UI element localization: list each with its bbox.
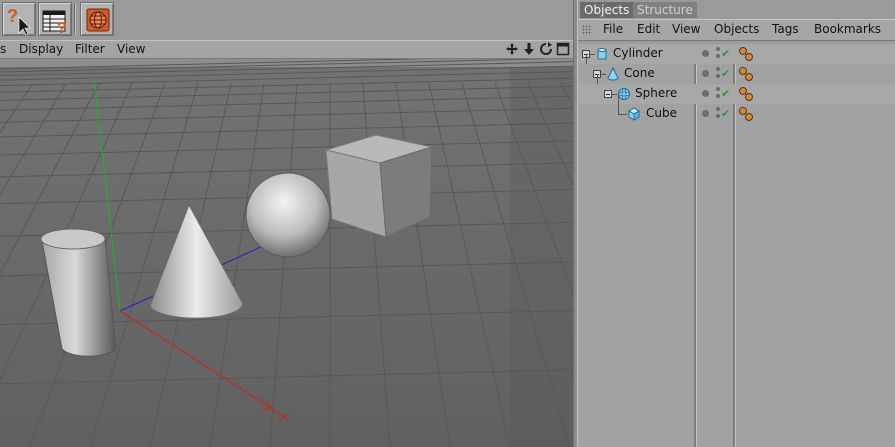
toolbar-separator bbox=[74, 4, 75, 34]
object-name[interactable]: Sphere bbox=[635, 86, 677, 100]
cube-object[interactable] bbox=[324, 134, 434, 238]
viewport-menu-view[interactable]: View bbox=[117, 42, 145, 56]
object-name[interactable]: Cube bbox=[646, 106, 677, 120]
material-tag-icon[interactable] bbox=[738, 46, 754, 62]
object-row-cube[interactable]: Cube ✔ bbox=[578, 94, 895, 124]
collapse-toggle[interactable] bbox=[604, 90, 612, 98]
visibility-dot[interactable] bbox=[702, 110, 709, 117]
sphere-object[interactable] bbox=[245, 172, 331, 258]
om-menu-objects[interactable]: Objects bbox=[714, 22, 759, 36]
svg-text:?: ? bbox=[7, 6, 18, 26]
object-name[interactable]: Cylinder bbox=[613, 46, 663, 60]
tab-structure[interactable]: Structure bbox=[633, 2, 697, 18]
cylinder-icon bbox=[597, 47, 607, 60]
visibility-dot[interactable] bbox=[702, 50, 709, 57]
visibility-dot[interactable] bbox=[702, 90, 709, 97]
object-row-cylinder[interactable]: Cylinder ✔ bbox=[578, 44, 895, 64]
viewport-menu-cameras[interactable]: s bbox=[0, 42, 6, 56]
grip-icon[interactable] bbox=[582, 25, 592, 35]
object-row-cone[interactable]: Cone ✔ bbox=[578, 54, 895, 84]
om-menu-view[interactable]: View bbox=[672, 22, 700, 36]
enabled-check-icon[interactable]: ✔ bbox=[721, 88, 730, 100]
object-manager-tabs: Objects Structure bbox=[578, 0, 895, 19]
help-arrow-button[interactable]: ? bbox=[2, 2, 36, 36]
viewport-scene bbox=[0, 59, 573, 447]
down-arrow-icon[interactable] bbox=[522, 42, 536, 56]
help-table-icon: ? bbox=[42, 10, 67, 37]
sphere-icon bbox=[618, 88, 630, 100]
editor-render-dots[interactable] bbox=[716, 87, 720, 101]
enabled-check-icon[interactable]: ✔ bbox=[721, 68, 730, 80]
object-manager-panel: Objects Structure File Edit View Objects… bbox=[578, 0, 895, 447]
editor-render-dots[interactable] bbox=[716, 107, 720, 121]
viewport-menu-display[interactable]: Display bbox=[19, 42, 63, 56]
svg-text:?: ? bbox=[57, 20, 67, 37]
viewport-menu-filter[interactable]: Filter bbox=[75, 42, 105, 56]
top-toolbar: ? ? bbox=[0, 0, 573, 40]
object-manager-menubar: File Edit View Objects Tags Bookmarks bbox=[578, 19, 895, 41]
maximize-view-icon[interactable] bbox=[556, 42, 570, 56]
material-tag-icon[interactable] bbox=[738, 106, 754, 122]
om-menu-file[interactable]: File bbox=[603, 22, 623, 36]
render-button[interactable] bbox=[80, 2, 114, 36]
viewport-menubar: s Display Filter View bbox=[0, 40, 573, 59]
rotate-view-icon[interactable] bbox=[539, 42, 553, 56]
object-name[interactable]: Cone bbox=[624, 66, 655, 80]
move-view-icon[interactable] bbox=[505, 42, 519, 56]
enabled-check-icon[interactable]: ✔ bbox=[721, 48, 730, 60]
enabled-check-icon[interactable]: ✔ bbox=[721, 108, 730, 120]
material-tag-icon[interactable] bbox=[738, 86, 754, 102]
tab-objects[interactable]: Objects bbox=[580, 2, 634, 18]
object-row-sphere[interactable]: Sphere ✔ bbox=[578, 74, 895, 104]
om-menu-bookmarks[interactable]: Bookmarks bbox=[814, 22, 881, 36]
object-list: Cylinder ✔ Cone ✔ Sphere ✔ Cube ✔ bbox=[578, 44, 895, 447]
3d-viewport[interactable] bbox=[0, 59, 573, 447]
editor-render-dots[interactable] bbox=[716, 67, 720, 81]
om-menu-tags[interactable]: Tags bbox=[772, 22, 799, 36]
help-arrow-icon: ? bbox=[7, 6, 31, 36]
editor-render-dots[interactable] bbox=[716, 47, 720, 61]
help-table-button[interactable]: ? bbox=[38, 2, 72, 37]
material-tag-icon[interactable] bbox=[738, 66, 754, 82]
cone-icon bbox=[607, 67, 619, 81]
cube-icon bbox=[628, 107, 640, 121]
render-globe-icon bbox=[86, 8, 110, 32]
om-menu-edit[interactable]: Edit bbox=[637, 22, 660, 36]
visibility-dot[interactable] bbox=[702, 70, 709, 77]
